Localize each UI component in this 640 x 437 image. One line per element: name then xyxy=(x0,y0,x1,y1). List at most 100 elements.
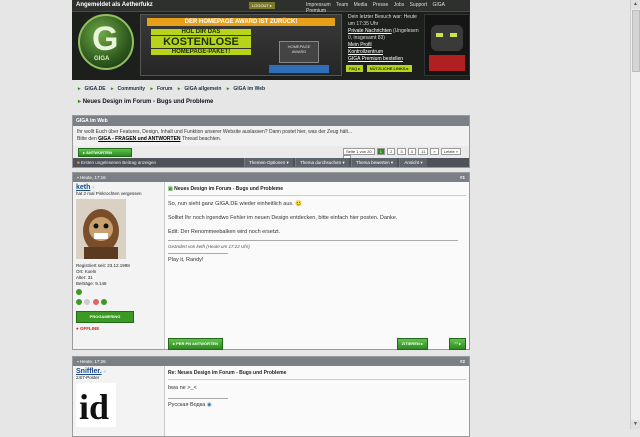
crumb-giga-im-web[interactable]: GIGA im Web xyxy=(233,86,265,92)
nav-team[interactable]: Team xyxy=(336,2,348,8)
nav-jobs[interactable]: Jobs xyxy=(394,2,405,8)
banner-strip xyxy=(269,65,329,73)
page-3[interactable]: 3 xyxy=(397,148,406,155)
post-header: ▪ Heute, 17:16 #1 xyxy=(73,173,469,182)
crumb-giga[interactable]: GIGA.DE xyxy=(85,86,106,92)
forum-description: Ihr wollt Euch über Features, Design, In… xyxy=(77,129,353,142)
faq-thread-link[interactable]: GIGA - FRAGEN und ANTWORTEN xyxy=(98,136,180,142)
giga-logo[interactable]: G GIGA xyxy=(78,14,134,70)
useful-links-button[interactable]: NÜTZLICHE LINKS ▸ xyxy=(366,65,412,72)
online-status: ● OFFLINE xyxy=(76,326,100,331)
thread-search-menu[interactable]: Thema durchsuchen ▾ xyxy=(295,158,349,167)
crumb-community[interactable]: Community xyxy=(118,86,146,92)
page-11[interactable]: 11 xyxy=(418,148,429,155)
login-status: Angemeldet als Aetherfukz xyxy=(76,2,153,8)
avatar xyxy=(76,199,126,259)
my-profile-link[interactable]: Mein Profil xyxy=(348,42,422,49)
user-contact-icons xyxy=(76,299,161,307)
offline-icon: ● xyxy=(76,326,79,331)
nav-media[interactable]: Media xyxy=(354,2,368,8)
nav-presse[interactable]: Presse xyxy=(373,2,389,8)
award-box: HOMEPAGE AWARD xyxy=(279,41,319,63)
post-number[interactable]: #1 xyxy=(460,175,465,180)
thread-toolbar: ■ Ersten ungelesenen Beitrag anzeigen Th… xyxy=(73,158,469,167)
page-2[interactable]: 2 xyxy=(387,148,396,155)
post-title-icon: ▣ xyxy=(168,186,173,192)
first-unread-link[interactable]: ■ Ersten ungelesenen Beitrag anzeigen xyxy=(77,160,156,165)
scroll-up-arrow[interactable]: ▲ xyxy=(631,0,640,9)
svg-text:id: id xyxy=(79,387,109,427)
page-label: Seite 1 von 20 xyxy=(343,148,375,155)
private-messages-link[interactable]: Private Nachrichten xyxy=(348,28,392,34)
reputation-icons xyxy=(76,289,161,297)
top-nav: Impressum Team Media Presse Jobs Support… xyxy=(306,2,470,14)
mascot-robot-image xyxy=(424,14,470,76)
homepage-award-banner[interactable]: DER HOMEPAGE AWARD IST ZURÜCK! HOL DIR D… xyxy=(140,14,342,76)
signature: Play it, Randy! xyxy=(168,257,204,263)
post-number[interactable]: #2 xyxy=(460,359,465,364)
post-line: So, nun sieht ganz GIGA.DE wieder einhei… xyxy=(168,201,303,207)
top-bar: Angemeldet als Aetherfukz LOGOUT ▸ Impre… xyxy=(72,0,470,14)
multiquote-button[interactable]: "" ▸ xyxy=(449,338,466,350)
last-visit-text: Dein letzter Besuch war: Heute um 17:35 … xyxy=(348,14,417,27)
view-menu[interactable]: Ansicht ▾ xyxy=(399,158,427,167)
header-buttons: FAQ ▸ NÜTZLICHE LINKS ▸ xyxy=(346,65,414,72)
action-row: ▸ ANTWORTEN Seite 1 von 20 1 2 3 4 11 » … xyxy=(73,146,469,162)
nav-support[interactable]: Support xyxy=(410,2,428,8)
page-next[interactable]: » xyxy=(430,148,439,155)
user-title: 24/7-Poster xyxy=(76,375,100,380)
avatar: id xyxy=(76,383,116,427)
premium-link[interactable]: GIGA Premium bestellen xyxy=(348,56,422,63)
forum-box-title: GIGA im Web xyxy=(73,116,469,126)
reply-pm-button[interactable]: ▸ PER PN ANTWORTEN xyxy=(168,338,223,350)
progamering-badge: PROGAMERING xyxy=(76,311,134,323)
forum-page: Angemeldet als Aetherfukz LOGOUT ▸ Impre… xyxy=(72,0,470,437)
user-postcount: Beiträge: 9.148 xyxy=(76,281,107,286)
post-line: bwa ne >_< xyxy=(168,385,197,391)
user-icon-4[interactable] xyxy=(100,299,107,305)
site-header: Angemeldet als Aetherfukz LOGOUT ▸ Impre… xyxy=(72,0,470,80)
username-link[interactable]: keth xyxy=(76,184,90,191)
answer-button[interactable]: ▸ ANTWORTEN xyxy=(78,148,132,157)
post-date: ▪ Heute, 17:26 xyxy=(77,359,106,364)
forum-post: ▪ Heute, 17:16 #1 keth ♂ hat 2 mal Pinkr… xyxy=(72,172,470,350)
signature: Русская Водка ◉ xyxy=(168,402,212,408)
user-title: hat 2 mal Pinkrochten vergessen xyxy=(76,191,142,196)
post-title: ▣ Neues Design im Forum - Bugs und Probl… xyxy=(168,185,466,196)
logout-button[interactable]: LOGOUT ▸ xyxy=(249,2,275,9)
window-scrollbar[interactable]: ▲ ▼ xyxy=(630,0,640,429)
page-1[interactable]: 1 xyxy=(376,148,385,155)
faq-button[interactable]: FAQ ▸ xyxy=(346,65,364,72)
forum-box: GIGA im Web Ihr wollt Euch über Features… xyxy=(72,115,470,168)
user-icon-3[interactable] xyxy=(92,299,99,305)
signature-divider xyxy=(168,253,228,254)
username-link[interactable]: Sniffler. xyxy=(76,368,102,375)
post-content: Re: Neues Design im Forum - Bugs und Pro… xyxy=(165,366,469,436)
forum-post: ▪ Heute, 17:26 #2 Sniffler. ♂ 24/7-Poste… xyxy=(72,356,470,437)
user-icon-2[interactable] xyxy=(84,299,91,305)
thread-rate-menu[interactable]: Thema bewerten ▾ xyxy=(350,158,398,167)
crumb-forum[interactable]: Forum xyxy=(157,86,173,92)
post-date: ▪ Heute, 17:16 xyxy=(77,175,106,180)
scrollbar-thumb[interactable] xyxy=(632,10,640,72)
crumb-giga-allgemein[interactable]: GIGA allgemein xyxy=(184,86,221,92)
post-title: Re: Neues Design im Forum - Bugs und Pro… xyxy=(168,369,466,380)
user-icon-1[interactable] xyxy=(76,299,82,305)
breadcrumb: ▸ GIGA.DE ▸ Community ▸ Forum ▸ GIGA allgeme… xyxy=(78,86,266,92)
page-4[interactable]: 4 xyxy=(407,148,417,155)
signature-divider xyxy=(168,398,228,399)
quote-button[interactable]: ZITIEREN ▸ xyxy=(396,338,428,350)
post-content: ▣ Neues Design im Forum - Bugs und Probl… xyxy=(165,182,469,350)
post-line: Edit: Der Renommeebalken wird noch erset… xyxy=(168,229,281,235)
post-user-panel: keth ♂ hat 2 mal Pinkrochten vergessen R… xyxy=(73,182,165,349)
page-title: ▸ Neues Design im Forum - Bugs und Probl… xyxy=(78,99,214,105)
edit-note: Geändert von keth (Heute um 17:22 Uhr) xyxy=(168,244,250,249)
control-center-link[interactable]: Kontrollzentrum xyxy=(348,49,422,56)
page-last[interactable]: Letzte » xyxy=(440,148,462,155)
globe-icon: ◉ xyxy=(206,402,212,408)
post-line: Solltet Ihr noch irgendwo Fehler im neue… xyxy=(168,215,398,221)
post-user-panel: Sniffler. ♂ 24/7-Poster id xyxy=(73,366,165,436)
scroll-down-arrow[interactable]: ▼ xyxy=(631,420,640,429)
thread-options-menu[interactable]: Themen-Optionen ▾ xyxy=(244,158,293,167)
user-info-box: Dein letzter Besuch war: Heute um 17:35 … xyxy=(348,14,422,63)
